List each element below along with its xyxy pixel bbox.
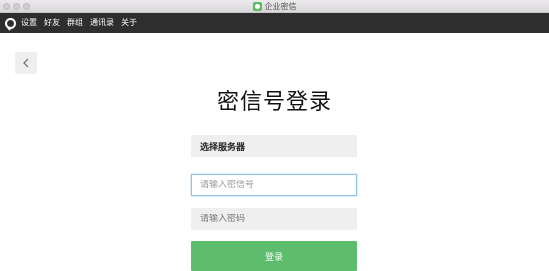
menu-item-groups[interactable]: 群组 (67, 13, 83, 33)
menu-item-about[interactable]: 关于 (121, 13, 137, 33)
password-input[interactable] (200, 214, 356, 224)
menu-item-friends[interactable]: 好友 (44, 13, 60, 33)
window-title-group: 企业密信 (0, 0, 549, 13)
password-field (191, 208, 357, 230)
menubar: 设置 好友 群组 通讯录 关于 (0, 13, 549, 33)
chat-bubble-icon (5, 17, 16, 29)
account-field (191, 174, 357, 196)
login-button[interactable]: 登录 (191, 241, 357, 271)
menu-item-settings[interactable]: 设置 (21, 13, 37, 33)
menu-item-contacts[interactable]: 通讯录 (90, 13, 114, 33)
app-logo-icon (252, 2, 262, 11)
back-button[interactable] (15, 52, 37, 74)
account-input[interactable] (200, 180, 356, 190)
server-select[interactable]: 选择服务器 (191, 135, 357, 157)
chevron-left-icon (23, 58, 29, 68)
page-title: 密信号登录 (216, 90, 332, 115)
window-title: 企业密信 (264, 2, 297, 11)
window-titlebar: 企业密信 (0, 0, 549, 13)
